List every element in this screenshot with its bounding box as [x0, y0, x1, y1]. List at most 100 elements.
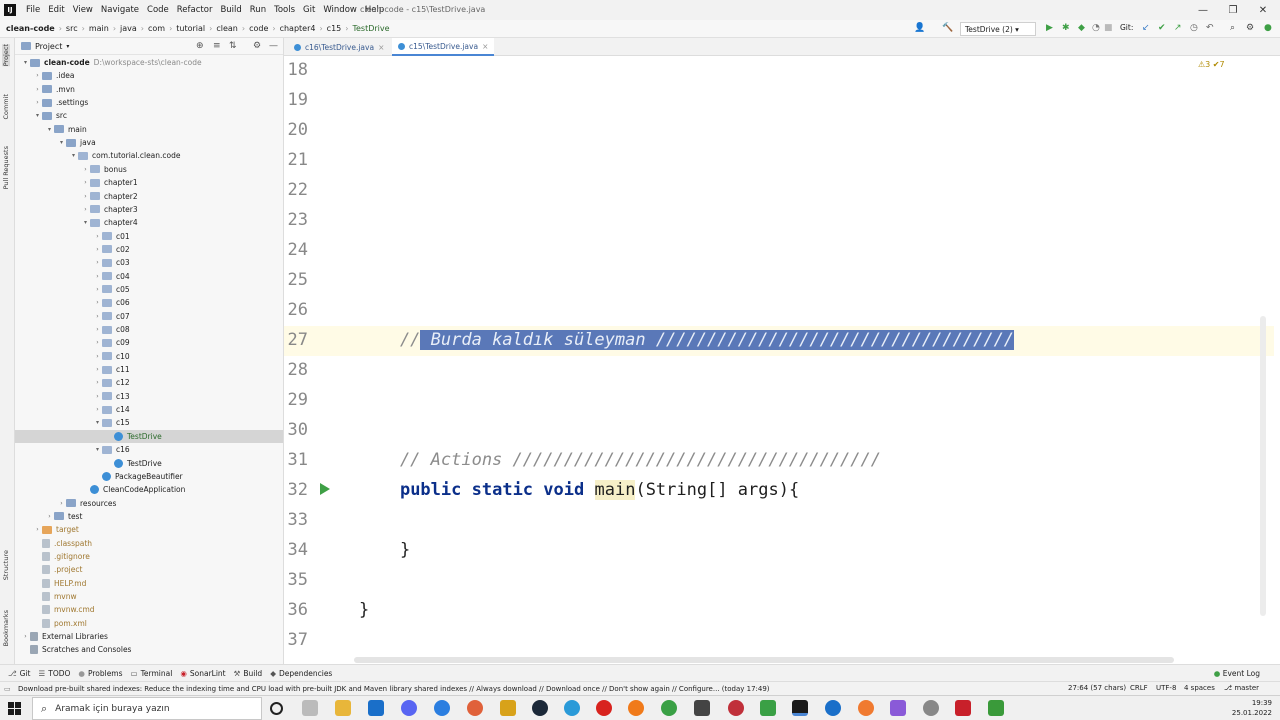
app-icon-check[interactable]	[694, 700, 710, 716]
tree-item[interactable]: › c12	[15, 376, 283, 389]
maximize-button[interactable]: ❐	[1218, 0, 1248, 20]
git-branch[interactable]: ⎇ master	[1224, 684, 1259, 692]
stop-icon[interactable]: ■	[1104, 23, 1113, 33]
expand-all-icon[interactable]: ≡	[213, 41, 221, 51]
status-message[interactable]: Download pre-built shared indexes: Reduc…	[18, 685, 770, 693]
chevron-right-icon[interactable]: ›	[93, 393, 102, 400]
tree-item[interactable]: mvnw.cmd	[15, 603, 283, 616]
tree-item[interactable]: › c14	[15, 403, 283, 416]
user-icon[interactable]: 👤	[914, 23, 925, 33]
app-icon-notepad[interactable]	[988, 700, 1004, 716]
chevron-right-icon[interactable]: ›	[81, 179, 90, 186]
profile-icon[interactable]: ◔	[1092, 23, 1100, 33]
line-separator[interactable]: CRLF	[1130, 684, 1148, 692]
tool-terminal[interactable]: ▭ Terminal	[131, 669, 173, 678]
chevron-down-icon[interactable]: ▾	[66, 43, 69, 50]
tree-item[interactable]: ▾ main	[15, 123, 283, 136]
chevron-right-icon[interactable]: ›	[93, 379, 102, 386]
app-icon-blue[interactable]	[434, 700, 450, 716]
menu-edit[interactable]: Edit	[44, 5, 68, 15]
app-icon-marker[interactable]	[825, 700, 841, 716]
breadcrumb-item[interactable]: c15	[327, 24, 342, 33]
breadcrumb-item[interactable]: clean	[216, 24, 238, 33]
app-icon-purple[interactable]	[890, 700, 906, 716]
app-icon-gray[interactable]	[923, 700, 939, 716]
tree-item[interactable]: › c02	[15, 243, 283, 256]
app-icon-red[interactable]	[728, 700, 744, 716]
chevron-down-icon[interactable]: ▾	[45, 126, 54, 133]
tool-git[interactable]: ⎇ Git	[8, 669, 31, 678]
opera-icon[interactable]	[596, 700, 612, 716]
chevron-right-icon[interactable]: ›	[93, 286, 102, 293]
horizontal-scrollbar[interactable]	[354, 657, 1174, 663]
hide-icon[interactable]: —	[269, 41, 278, 51]
chevron-right-icon[interactable]: ›	[33, 526, 42, 533]
close-icon[interactable]: ×	[482, 42, 488, 51]
tree-item[interactable]: › c05	[15, 283, 283, 296]
chevron-right-icon[interactable]: ›	[81, 166, 90, 173]
build-hammer-icon[interactable]: 🔨	[942, 23, 953, 33]
tree-item[interactable]: › .idea	[15, 69, 283, 82]
chevron-down-icon[interactable]: ▾	[21, 59, 30, 66]
chevron-right-icon[interactable]: ›	[93, 233, 102, 240]
discord-icon[interactable]	[401, 700, 417, 716]
gear-icon[interactable]: ⚙	[253, 41, 261, 51]
settings-icon[interactable]: ⚙	[1246, 23, 1254, 33]
app-icon-green[interactable]	[760, 700, 776, 716]
chevron-right-icon[interactable]: ›	[93, 299, 102, 306]
tab-c15-testdrive[interactable]: c15\TestDrive.java ×	[392, 38, 495, 56]
menu-navigate[interactable]: Navigate	[97, 5, 143, 15]
windows-start-icon[interactable]	[8, 702, 22, 716]
breadcrumb-item[interactable]: com	[148, 24, 165, 33]
tree-item[interactable]: HELP.md	[15, 577, 283, 590]
breadcrumb-item[interactable]: chapter4	[280, 24, 316, 33]
chevron-right-icon[interactable]: ›	[93, 246, 102, 253]
tree-item[interactable]: › .settings	[15, 96, 283, 109]
tree-item[interactable]: › chapter3	[15, 203, 283, 216]
status-toggle-icon[interactable]: ▭	[4, 685, 11, 693]
tree-item[interactable]: › c01	[15, 230, 283, 243]
chevron-right-icon[interactable]: ›	[93, 313, 102, 320]
system-clock[interactable]: 19:39 25.01.2022	[1232, 698, 1272, 718]
tree-item[interactable]: ▾ java	[15, 136, 283, 149]
chevron-right-icon[interactable]: ›	[93, 326, 102, 333]
chevron-right-icon[interactable]: ›	[93, 259, 102, 266]
plugin-icon[interactable]: ●	[1264, 23, 1272, 33]
tool-sonarlint[interactable]: ◉ SonarLint	[180, 669, 225, 678]
tree-item[interactable]: › resources	[15, 497, 283, 510]
tree-item[interactable]: Scratches and Consoles	[15, 643, 283, 656]
menu-view[interactable]: View	[69, 5, 97, 15]
breadcrumb-item[interactable]: main	[89, 24, 109, 33]
edge-icon[interactable]	[564, 700, 580, 716]
chevron-down-icon[interactable]: ▾	[93, 419, 102, 426]
menu-file[interactable]: File	[22, 5, 44, 15]
intellij-icon[interactable]: IJ	[4, 4, 16, 16]
tree-item[interactable]: › c09	[15, 336, 283, 349]
chevron-down-icon[interactable]: ▾	[57, 139, 66, 146]
chevron-right-icon[interactable]: ›	[21, 633, 30, 640]
git-update-icon[interactable]: ↙	[1142, 23, 1150, 33]
git-push-icon[interactable]: ↗	[1174, 23, 1182, 33]
caret-position[interactable]: 27:64 (57 chars)	[1068, 684, 1126, 692]
breadcrumb-item[interactable]: src	[66, 24, 78, 33]
chevron-right-icon[interactable]: ›	[57, 500, 66, 507]
chevron-right-icon[interactable]: ›	[33, 99, 42, 106]
structure-tool-tab[interactable]: Structure	[2, 550, 10, 580]
taskbar-search[interactable]: ⌕ Aramak için buraya yazın	[32, 697, 262, 720]
code-editor[interactable]: ⚠3 ✔7 18 19 20 21 22 23 24 25 26 27 // Burda kald…	[284, 56, 1280, 664]
tree-item[interactable]: .classpath	[15, 537, 283, 550]
close-icon[interactable]: ×	[378, 43, 384, 52]
tree-item[interactable]: › External Libraries	[15, 630, 283, 643]
tool-build[interactable]: ⚒ Build	[234, 669, 263, 678]
tree-item[interactable]: › c11	[15, 363, 283, 376]
tree-item[interactable]: PackageBeautifier	[15, 470, 283, 483]
menu-refactor[interactable]: Refactor	[173, 5, 217, 15]
chevron-right-icon[interactable]: ›	[81, 206, 90, 213]
tool-problems[interactable]: ● Problems	[78, 669, 122, 678]
tree-item[interactable]: › c08	[15, 323, 283, 336]
tree-item[interactable]: .gitignore	[15, 550, 283, 563]
breadcrumb-item[interactable]: clean-code	[6, 24, 55, 33]
tree-item[interactable]: ▾ chapter4	[15, 216, 283, 229]
tree-item[interactable]: › c10	[15, 350, 283, 363]
tree-item[interactable]: ▾ c15	[15, 416, 283, 429]
